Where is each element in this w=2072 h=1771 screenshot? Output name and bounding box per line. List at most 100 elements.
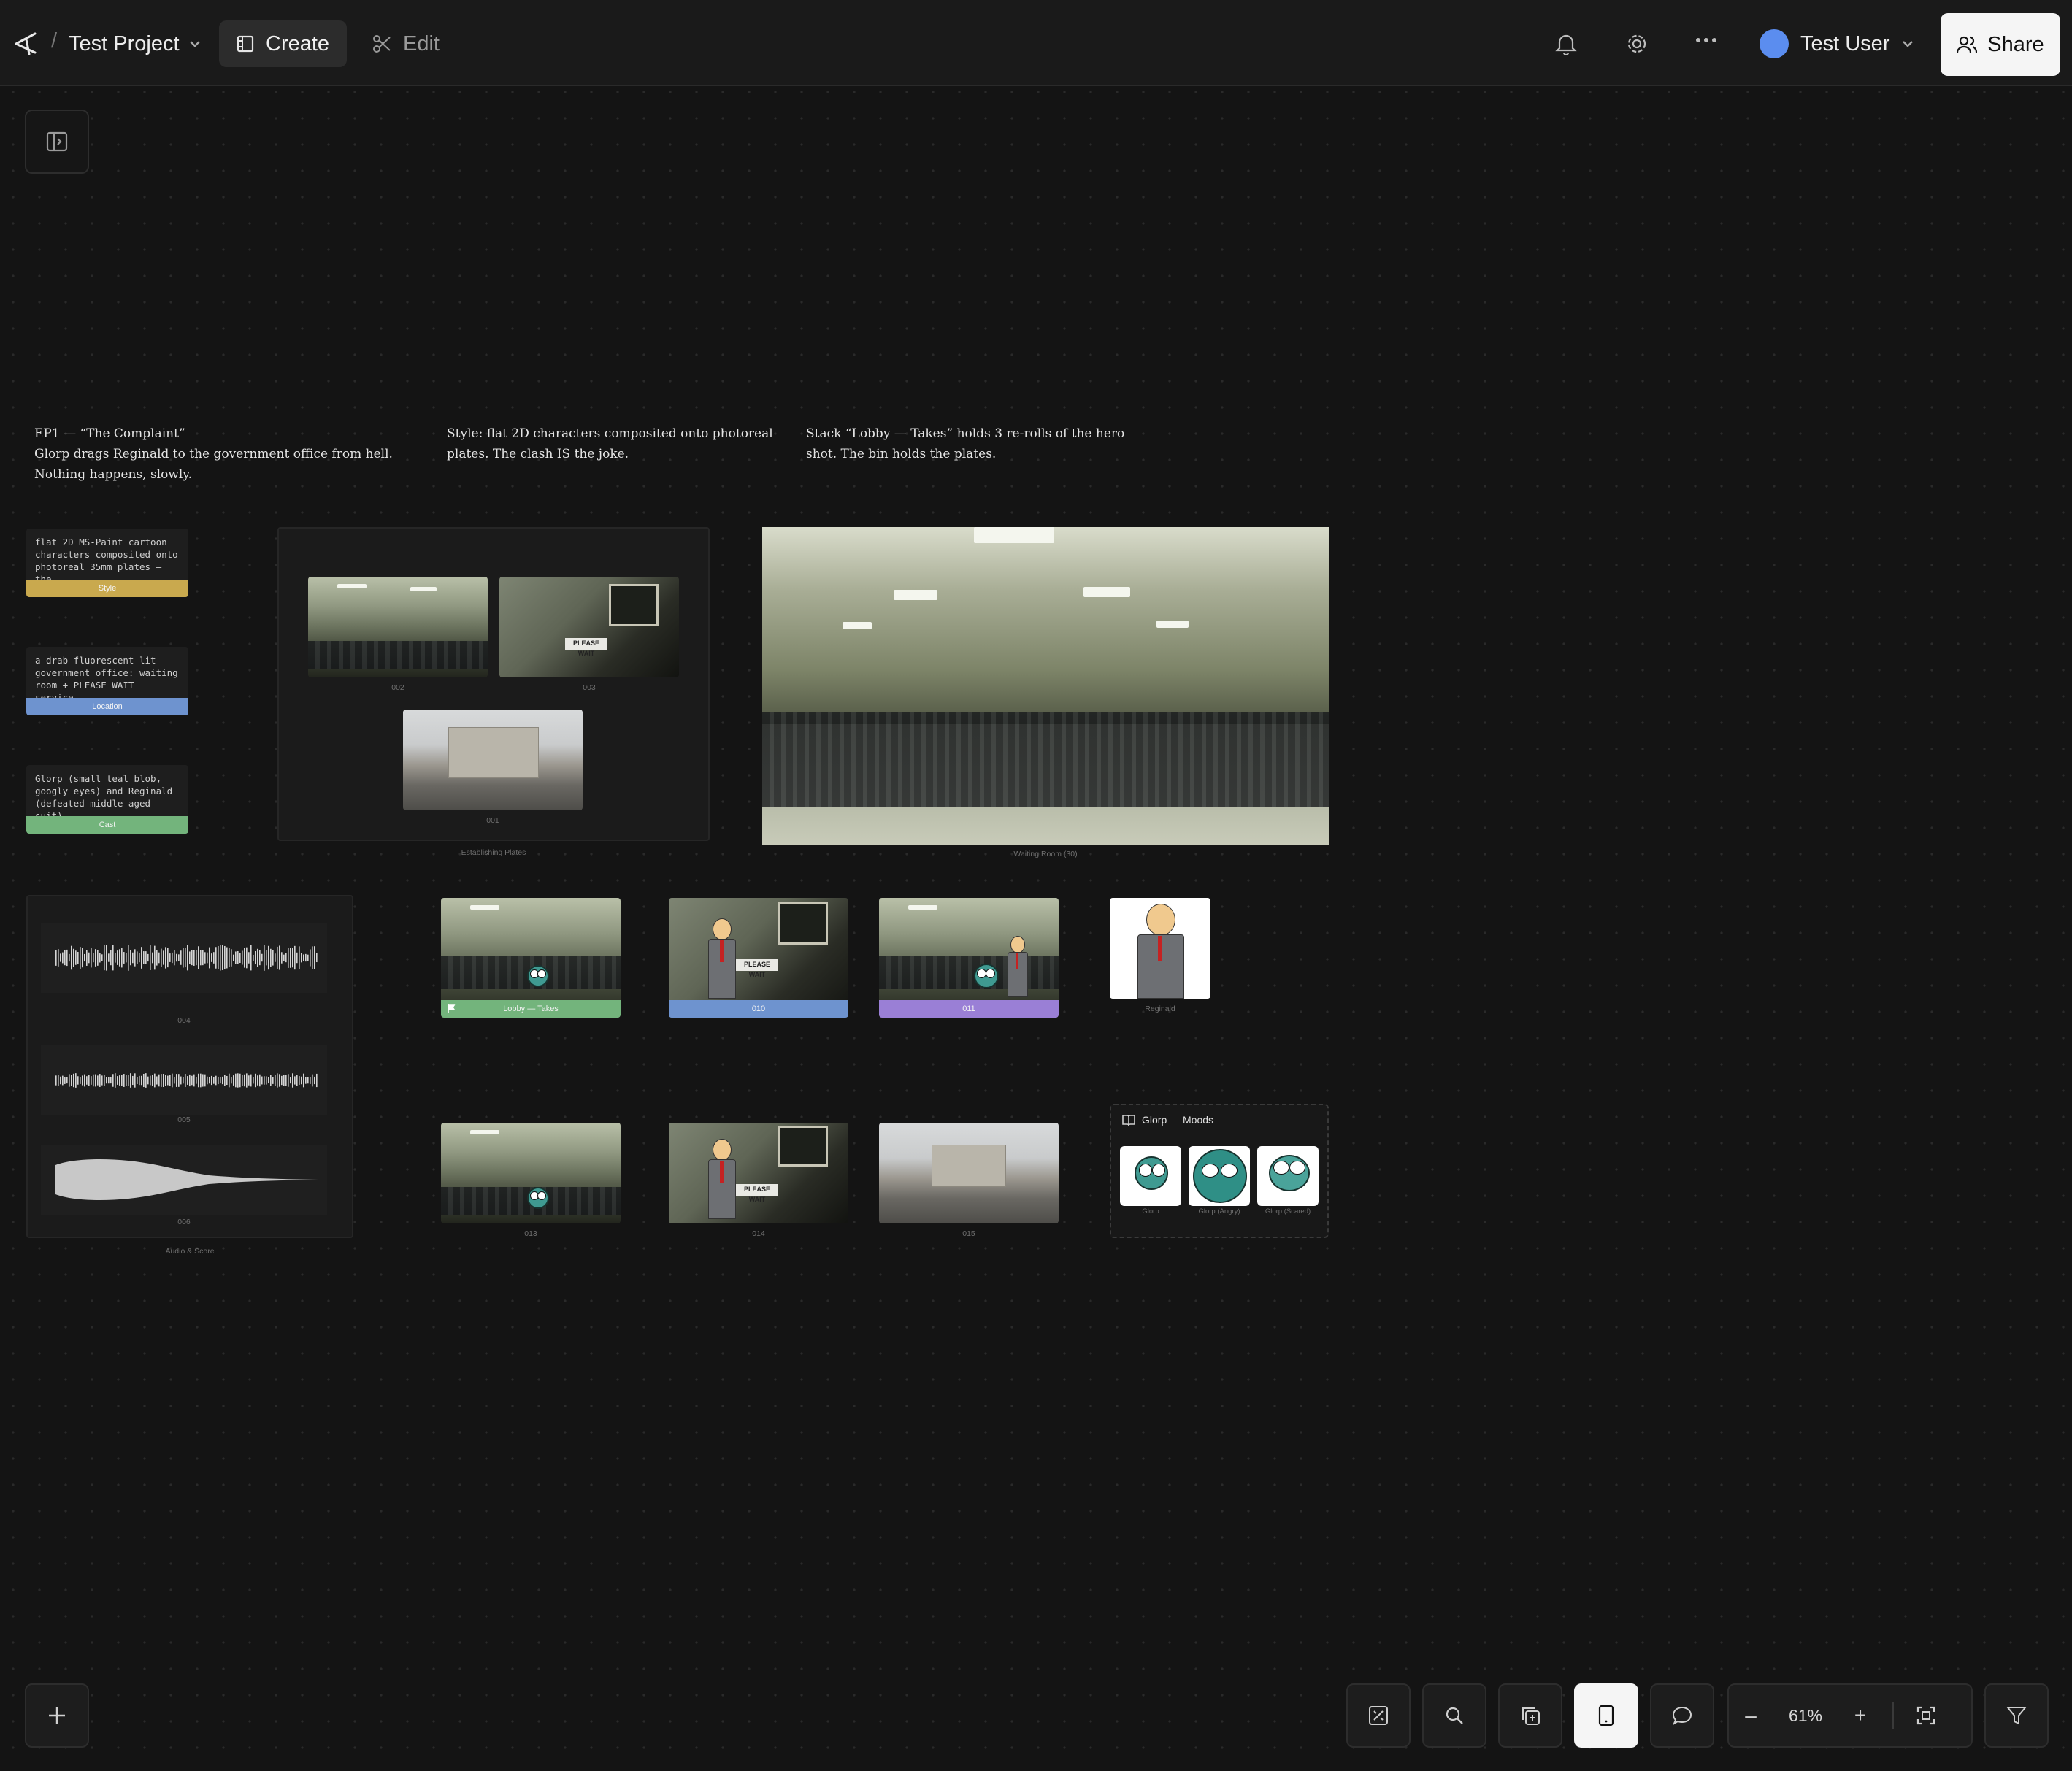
create-label: Create	[266, 31, 330, 55]
search-tool-button[interactable]	[1422, 1683, 1486, 1748]
hero-image-waiting-room[interactable]	[762, 527, 1329, 845]
prompt-card-cast[interactable]: Glorp (small teal blob, googly eyes) and…	[26, 765, 188, 834]
comment-tool-button[interactable]	[1650, 1683, 1714, 1748]
hero-caption: Waiting Room (30)	[1013, 850, 1078, 858]
character-reginald[interactable]	[1110, 898, 1210, 999]
plus-icon	[47, 1705, 67, 1726]
edit-label: Edit	[403, 31, 440, 55]
fit-screen-icon	[1916, 1705, 1936, 1726]
audio-clip[interactable]	[41, 1045, 327, 1115]
thumbnail-caption: 001	[486, 816, 499, 825]
audio-caption: 006	[177, 1218, 191, 1226]
zoom-level: 61%	[1788, 1705, 1823, 1725]
mood-thumbnail-glorp[interactable]	[1120, 1146, 1181, 1206]
create-tab[interactable]: Create	[219, 20, 348, 67]
more-icon[interactable]	[1695, 37, 1717, 44]
shot-thumbnail[interactable]: PLEASE WAIT	[669, 1123, 848, 1223]
note-style[interactable]: Style: flat 2D characters composited ont…	[447, 423, 783, 464]
add-button[interactable]	[25, 1683, 89, 1748]
group-title: Glorp — Moods	[1142, 1114, 1214, 1126]
film-icon	[237, 35, 254, 53]
prompt-text: a drab fluorescent-lit government office…	[35, 655, 178, 698]
shot-label-text: Lobby — Takes	[503, 1004, 559, 1013]
shot-thumbnail[interactable]: PLEASE WAIT 010	[669, 898, 848, 1018]
users-icon	[1957, 35, 1978, 54]
sparkle-frame-icon	[1367, 1705, 1389, 1726]
gear-icon[interactable]	[1625, 32, 1649, 55]
project-switcher[interactable]: Test Project	[69, 25, 202, 63]
mood-thumbnail-glorp-scared[interactable]	[1257, 1146, 1319, 1206]
mood-caption: Glorp (Angry)	[1198, 1207, 1240, 1215]
generate-tool-button[interactable]	[1346, 1683, 1411, 1748]
note-tool-button[interactable]	[1574, 1683, 1638, 1748]
filter-icon	[2006, 1705, 2027, 1726]
zoom-controls: – 61% +	[1727, 1683, 1973, 1748]
copy-plus-icon	[1519, 1705, 1541, 1726]
note-stack[interactable]: Stack “Lobby — Takes” holds 3 re-rolls o…	[806, 423, 1142, 464]
mood-thumbnail-glorp-angry[interactable]	[1189, 1146, 1250, 1206]
shot-label-bar: Lobby — Takes	[441, 1000, 621, 1018]
shot-label-text: 010	[669, 1000, 848, 1018]
please-wait-sign: PLEASE WAIT	[565, 638, 607, 657]
shot-caption: 013	[524, 1229, 537, 1238]
edit-tab[interactable]: Edit	[365, 20, 447, 67]
logo-icon[interactable]	[13, 29, 42, 55]
share-label: Share	[1987, 32, 2044, 56]
shot-stack-lobby-takes[interactable]: Lobby — Takes	[441, 898, 621, 1018]
prompt-text: flat 2D MS-Paint cartoon characters comp…	[35, 537, 178, 580]
prompt-tag: Location	[26, 698, 188, 715]
search-icon	[1443, 1705, 1465, 1726]
shot-thumbnail[interactable]	[879, 1123, 1059, 1223]
sidebar-icon	[46, 131, 68, 152]
prompt-tag: Cast	[26, 816, 188, 834]
shot-label-text: 011	[879, 1000, 1059, 1018]
please-wait-sign: PLEASE WAIT	[736, 959, 778, 978]
chevron-down-icon	[1901, 39, 1914, 48]
scissors-icon	[372, 34, 391, 53]
bin-caption: Audio & Score	[165, 1247, 215, 1256]
prompt-tag: Style	[26, 580, 188, 597]
shot-thumbnail[interactable]	[441, 1123, 621, 1223]
flag-icon	[447, 1004, 456, 1014]
avatar	[1760, 29, 1789, 58]
prompt-card-style[interactable]: flat 2D MS-Paint cartoon characters comp…	[26, 529, 188, 597]
mood-caption: Glorp (Scared)	[1265, 1207, 1311, 1215]
audio-caption: 004	[177, 1016, 191, 1025]
mood-caption: Glorp	[1142, 1207, 1159, 1215]
audio-clip[interactable]	[41, 923, 327, 993]
glorp-moods-group[interactable]: Glorp — Moods Glorp Glorp (Angry) Glorp …	[1110, 1104, 1329, 1238]
duplicate-tool-button[interactable]	[1498, 1683, 1562, 1748]
plate-thumbnail[interactable]	[403, 710, 583, 810]
bin-caption: Establishing Plates	[461, 848, 526, 857]
user-name: Test User	[1800, 31, 1890, 55]
plate-thumbnail[interactable]: PLEASE WAIT	[499, 577, 679, 677]
prompt-text: Glorp (small teal blob, googly eyes) and…	[35, 773, 173, 816]
bell-icon[interactable]	[1555, 32, 1577, 55]
zoom-in-button[interactable]: +	[1838, 1685, 1882, 1746]
tablet-icon	[1597, 1704, 1616, 1727]
top-bar: / Test Project Create Edit Test User Sha…	[0, 0, 2072, 86]
shot-caption: 015	[962, 1229, 975, 1238]
audio-score-bin[interactable]: 004 005 006	[26, 895, 353, 1238]
audio-clip[interactable]	[41, 1145, 327, 1215]
plate-thumbnail[interactable]	[308, 577, 488, 677]
thumbnail-caption: 002	[391, 683, 404, 692]
user-menu[interactable]: Test User	[1760, 29, 1914, 58]
book-icon	[1121, 1114, 1136, 1127]
share-button[interactable]: Share	[1941, 13, 2060, 76]
chevron-down-icon	[188, 39, 202, 48]
sidebar-toggle-button[interactable]	[25, 110, 89, 174]
shot-caption: 014	[752, 1229, 765, 1238]
filter-tool-button[interactable]	[1984, 1683, 2049, 1748]
breadcrumb-separator: /	[51, 29, 58, 53]
note-episode[interactable]: EP1 — “The Complaint” Glorp drags Regina…	[34, 423, 414, 485]
audio-caption: 005	[177, 1115, 191, 1124]
project-name: Test Project	[69, 31, 180, 55]
zoom-out-button[interactable]: –	[1729, 1685, 1773, 1746]
prompt-card-location[interactable]: a drab fluorescent-lit government office…	[26, 647, 188, 715]
shot-thumbnail[interactable]: 011	[879, 898, 1059, 1018]
please-wait-sign: PLEASE WAIT	[736, 1184, 778, 1203]
fit-to-screen-button[interactable]	[1904, 1685, 1948, 1746]
thumbnail-caption: 003	[583, 683, 596, 692]
establishing-plates-bin[interactable]: 002 PLEASE WAIT 003 001	[277, 527, 710, 841]
